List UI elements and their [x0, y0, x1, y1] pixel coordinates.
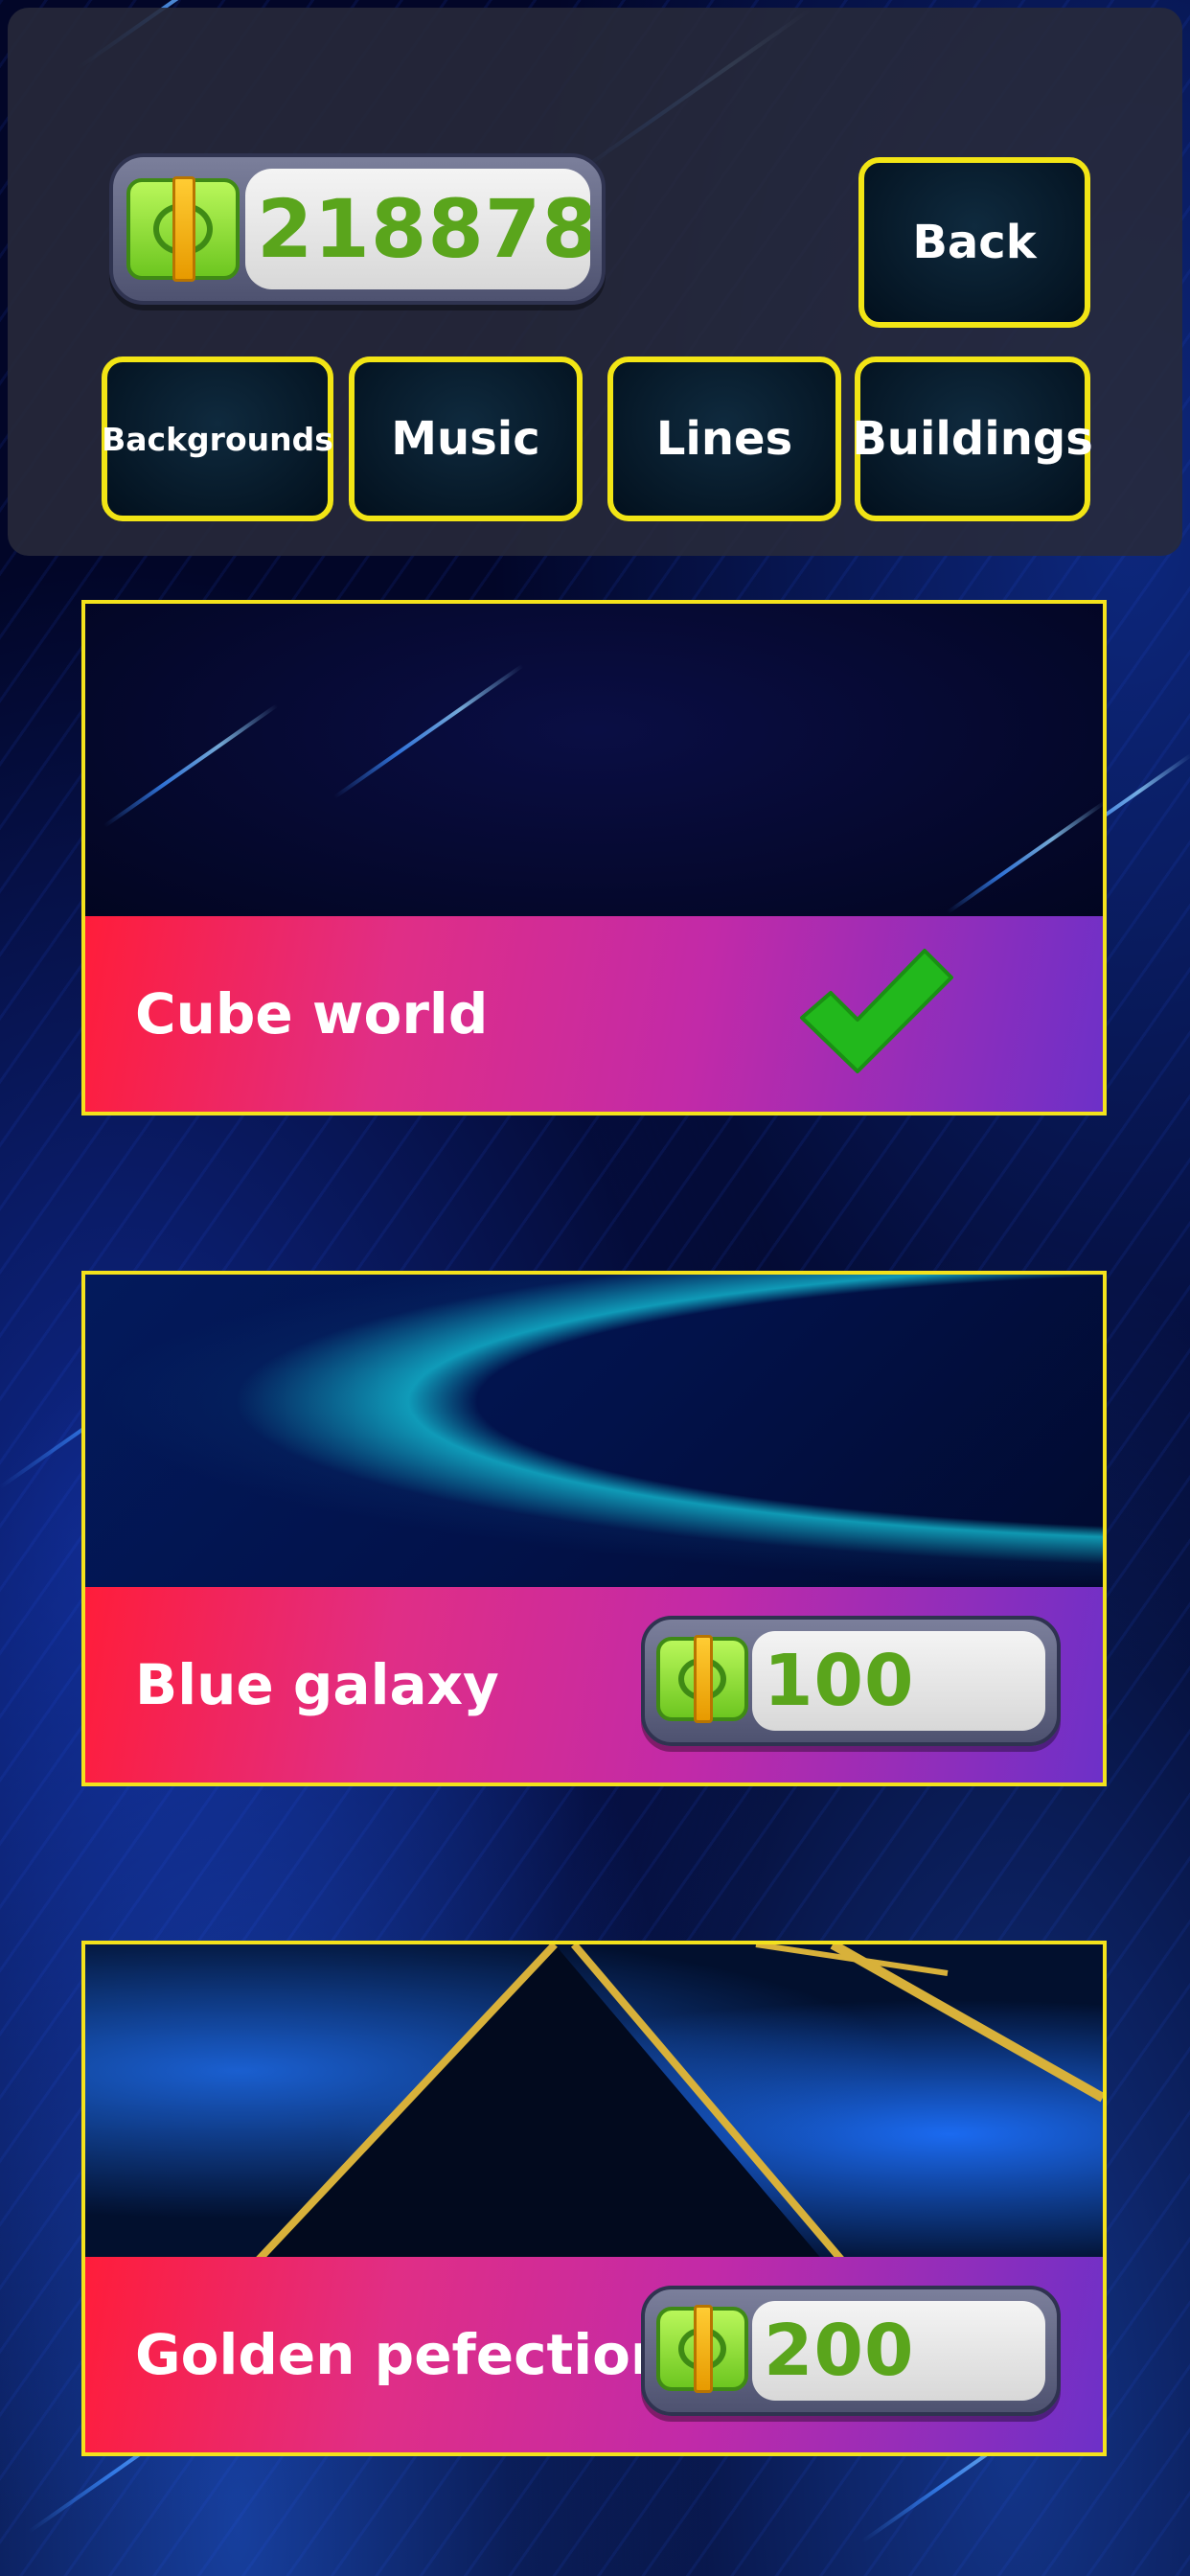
item-bar: Cube world: [85, 916, 1103, 1112]
tab-backgrounds[interactable]: Backgrounds: [102, 356, 333, 521]
tab-lines[interactable]: Lines: [607, 356, 841, 521]
cash-stack-icon: [126, 176, 240, 282]
item-card-golden-pefection[interactable]: Golden pefection 200: [81, 1941, 1107, 2456]
item-card-blue-galaxy[interactable]: Blue galaxy 100: [81, 1271, 1107, 1786]
item-bar: Golden pefection 200: [85, 2257, 1103, 2452]
tab-music[interactable]: Music: [349, 356, 583, 521]
price-button[interactable]: 200: [641, 2286, 1061, 2416]
cash-stack-icon: [656, 1635, 748, 1723]
item-card-cube-world[interactable]: Cube world: [81, 600, 1107, 1116]
preview-image: [85, 1275, 1103, 1591]
price-button[interactable]: 100: [641, 1616, 1061, 1746]
preview-image: [85, 604, 1103, 920]
price-value: 100: [752, 1631, 1045, 1731]
balance-display: 218878,1: [109, 153, 606, 305]
cash-stack-icon: [656, 2305, 748, 2393]
item-name: Blue galaxy: [135, 1652, 499, 1717]
back-button[interactable]: Back: [858, 157, 1090, 328]
item-name: Golden pefection: [135, 2322, 671, 2387]
balance-value: 218878,1: [245, 169, 590, 289]
preview-image: [85, 1944, 1103, 2261]
price-value: 200: [752, 2301, 1045, 2401]
item-name: Cube world: [135, 981, 489, 1046]
tab-buildings[interactable]: Buildings: [852, 356, 1093, 521]
check-icon: [800, 949, 953, 1073]
item-bar: Blue galaxy 100: [85, 1587, 1103, 1782]
gold-triangle-shape: [255, 1944, 1103, 2261]
